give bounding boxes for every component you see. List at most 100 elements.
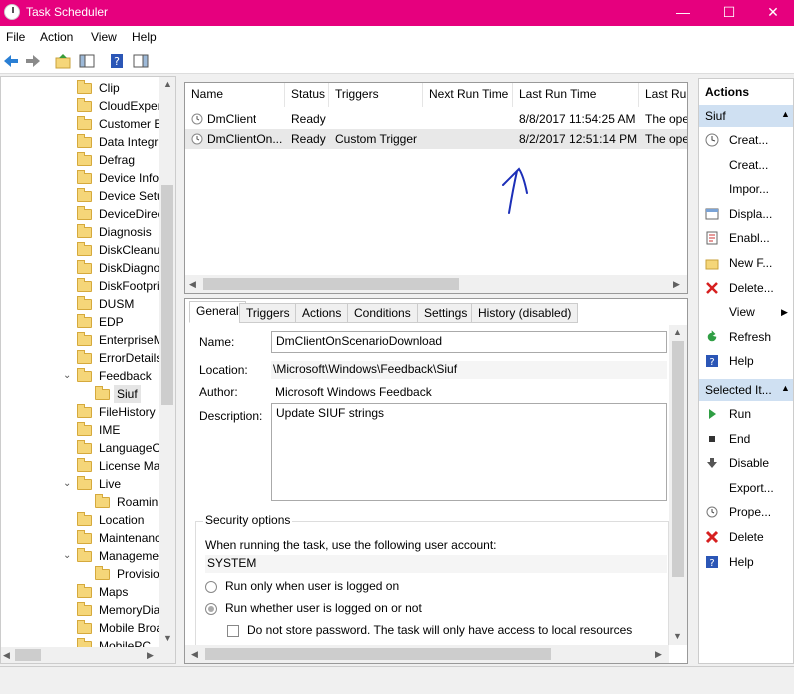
menu-view[interactable]: View [91,30,117,44]
action-item[interactable]: ? Help [699,350,793,372]
tree-item[interactable]: EnterpriseM [1,331,164,349]
name-field[interactable]: DmClientOnScenarioDownload [271,331,667,353]
run-logged-on-radio[interactable] [205,581,217,593]
minimize-button[interactable]: — [660,0,706,26]
task-list-hscrollbar[interactable]: ◀ ▶ [185,275,687,293]
details-hscrollbar[interactable]: ◀ ▶ [185,645,669,663]
tree-item[interactable]: FileHistory [1,403,161,421]
action-item[interactable]: New F... [699,252,793,274]
up-folder-icon[interactable] [54,52,72,70]
table-row[interactable]: DmClient Ready 8/8/2017 11:54:25 AM The … [185,109,687,129]
column-last-run-result[interactable]: Last Ru [639,83,687,107]
close-button[interactable]: ✕ [750,0,794,26]
tree-item[interactable]: ErrorDetails [1,349,162,367]
scroll-thumb[interactable] [161,185,173,405]
action-item[interactable]: Run [699,403,793,425]
tab-actions[interactable]: Actions [295,303,349,323]
description-field[interactable]: Update SIUF strings [271,403,667,501]
column-triggers[interactable]: Triggers [329,83,423,107]
scroll-thumb[interactable] [203,278,459,290]
tree-item[interactable]: Customer E [1,115,162,133]
tree-item[interactable]: Maintenanc [1,529,161,547]
tree-item[interactable]: EDP [1,313,161,331]
scroll-left-icon[interactable]: ◀ [3,650,10,661]
collapse-up-icon[interactable]: ▲ [781,383,790,393]
tree-item[interactable]: ⌄ Live [1,475,161,493]
action-item[interactable]: End [699,428,793,450]
scroll-left-icon[interactable]: ◀ [191,649,198,660]
expand-caret-icon[interactable]: ⌄ [63,547,71,565]
tree-item[interactable]: LanguageC [1,439,161,457]
tree-item[interactable]: Clip [1,79,161,97]
scroll-right-icon[interactable]: ▶ [147,650,154,661]
back-arrow-icon[interactable] [2,52,20,70]
tab-settings[interactable]: Settings [417,303,475,323]
tree-item[interactable]: Provisio [1,565,161,583]
action-item[interactable]: Delete [699,526,793,548]
scroll-right-icon[interactable]: ▶ [673,279,680,290]
tab-general[interactable]: General [189,301,246,323]
menu-action[interactable]: Action [40,30,73,44]
action-item[interactable]: Export... [699,477,793,499]
tree-item[interactable]: Defrag [1,151,161,169]
details-vscrollbar[interactable]: ▲ ▼ [669,325,687,645]
show-hide-action-pane-icon[interactable] [132,52,150,70]
column-next-run-time[interactable]: Next Run Time [423,83,513,107]
action-item[interactable]: Disable [699,452,793,474]
collapse-up-icon[interactable]: ▲ [781,109,790,119]
action-item[interactable]: Enabl... [699,227,793,249]
console-tree[interactable]: Clip CloudExper Customer E Data Integri Defr… [0,76,176,664]
tree-item[interactable]: DUSM [1,295,161,313]
tree-item[interactable]: Mobile Broa [1,619,163,637]
scroll-thumb[interactable] [15,649,41,661]
scroll-up-icon[interactable]: ▲ [673,327,682,337]
tab-triggers[interactable]: Triggers [239,303,297,323]
tree-hscrollbar[interactable]: ◀ ▶ [1,647,175,663]
action-item[interactable]: Refresh [699,326,793,348]
scroll-thumb[interactable] [672,341,684,577]
actions-group-siuf[interactable]: Siuf [699,105,793,127]
run-whether-radio[interactable] [205,603,217,615]
action-item[interactable]: Creat... [699,154,793,176]
tree-item[interactable]: IME [1,421,161,439]
tree-item[interactable]: DiskDiagno [1,259,161,277]
tree-item[interactable]: MemoryDia [1,601,161,619]
scroll-thumb[interactable] [205,648,551,660]
scroll-down-icon[interactable]: ▼ [163,633,172,643]
tree-item[interactable]: Siuf [1,385,161,403]
tree-item[interactable]: Device Setu [1,187,164,205]
action-item[interactable]: Impor... [699,178,793,200]
maximize-button[interactable]: ☐ [706,0,752,26]
column-last-run-time[interactable]: Last Run Time [513,83,639,107]
tree-item[interactable]: License Ma [1,457,161,475]
tree-vscrollbar[interactable]: ▲ ▼ [159,77,175,647]
column-name[interactable]: Name [185,83,285,107]
tree-item[interactable]: Roamin [1,493,161,511]
tree-item[interactable]: Location [1,511,161,529]
tab-history[interactable]: History (disabled) [471,303,579,323]
scroll-left-icon[interactable]: ◀ [189,279,196,290]
show-hide-console-tree-icon[interactable] [78,52,96,70]
tree-item[interactable]: Data Integri [1,133,161,151]
action-item[interactable]: Prope... [699,501,793,523]
actions-group-selected-item[interactable]: Selected It... [699,379,793,401]
column-status[interactable]: Status [285,83,329,107]
menu-help[interactable]: Help [132,30,157,44]
help-book-icon[interactable]: ? [108,52,126,70]
action-item[interactable]: Creat... [699,129,793,151]
tree-item[interactable]: CloudExper [1,97,162,115]
tree-item[interactable]: DeviceDirec [1,205,164,223]
expand-caret-icon[interactable]: ⌄ [63,367,71,385]
forward-arrow-icon[interactable] [24,52,42,70]
do-not-store-password-checkbox[interactable] [227,625,239,637]
tree-item[interactable]: Device Info [1,169,161,187]
menu-file[interactable]: File [6,30,25,44]
action-item[interactable]: Displa... [699,203,793,225]
table-row[interactable]: DmClientOn... Ready Custom Trigger 8/2/2… [185,129,687,149]
scroll-right-icon[interactable]: ▶ [655,649,662,660]
tree-item[interactable]: DiskFootpri [1,277,161,295]
scroll-up-icon[interactable]: ▲ [163,79,172,89]
tree-item[interactable]: ⌄ Manageme [1,547,161,565]
tree-item[interactable]: ⌄ Feedback [1,367,161,385]
action-item[interactable]: Delete... [699,277,793,299]
